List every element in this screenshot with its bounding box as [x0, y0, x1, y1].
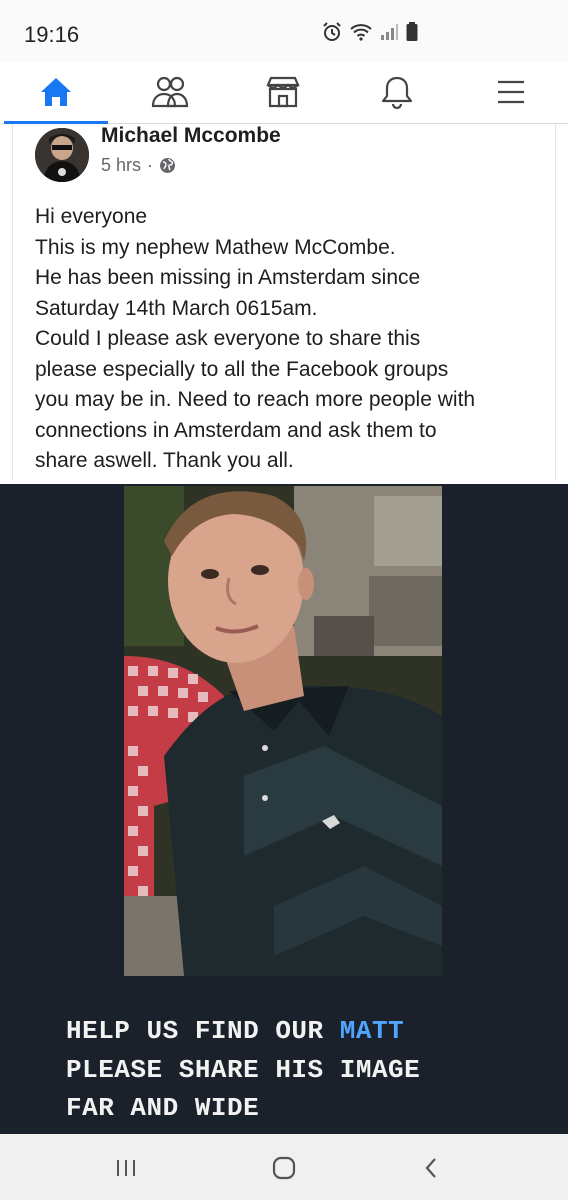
status-time: 19:16: [24, 22, 80, 47]
person-photo[interactable]: [124, 486, 442, 976]
nav-home[interactable]: [11, 62, 101, 122]
nav-marketplace[interactable]: [238, 62, 328, 122]
top-nav-bar: [0, 62, 568, 124]
signal-icon: [381, 24, 398, 40]
friends-icon: [151, 76, 189, 108]
author-name[interactable]: Michael Mccombe: [101, 124, 281, 148]
caption-highlight: MATT: [339, 1016, 405, 1046]
meta-separator: ·: [147, 155, 154, 175]
post-text-line: Hi everyone: [35, 205, 148, 228]
back-button[interactable]: [411, 1150, 451, 1186]
post-text-line: share aswell. Thank you all.: [35, 449, 294, 472]
avatar[interactable]: [35, 128, 89, 182]
bell-icon: [381, 76, 413, 110]
caption-line1: HELP US FIND OUR: [66, 1016, 340, 1046]
post-text-line: connections in Amsterdam and ask them to: [35, 418, 437, 442]
home-button-icon: [272, 1156, 296, 1180]
post-text-line: This is my nephew Mathew McCombe.: [35, 235, 396, 259]
post-time[interactable]: 5 hrs: [101, 155, 141, 176]
status-bar: 19:16: [0, 0, 568, 62]
status-icons: [322, 22, 418, 42]
post-text-line: Could I please ask everyone to share thi…: [35, 327, 421, 350]
post-text-line: please especially to all the Facebook gr…: [35, 357, 449, 381]
wifi-icon: [350, 24, 372, 41]
back-icon: [425, 1158, 436, 1178]
caption-line3: FAR AND WIDE: [66, 1093, 260, 1123]
post-text-line: He has been missing in Amsterdam since: [35, 266, 421, 289]
post-text: Hi everyone This is my nephew Mathew McC…: [35, 202, 547, 477]
post-text-line: Saturday 14th March 0615am.: [35, 296, 318, 320]
post-text-line: you may be in. Need to reach more people…: [35, 388, 476, 411]
home-button[interactable]: [264, 1150, 304, 1186]
recents-icon: [117, 1160, 135, 1176]
nav-menu[interactable]: [466, 62, 556, 122]
nav-friends[interactable]: [125, 62, 215, 122]
post-card: Michael Mccombe 5 hrs · Hi everyone This…: [12, 124, 556, 480]
post-image[interactable]: HELP US FIND OUR MATT PLEASE SHARE HIS I…: [0, 484, 568, 1134]
home-icon: [41, 78, 71, 106]
menu-icon: [498, 80, 524, 104]
globe-icon: [160, 158, 176, 173]
marketplace-icon: [266, 76, 300, 108]
caption-line2: PLEASE SHARE HIS IMAGE: [66, 1054, 421, 1085]
nav-notifications[interactable]: [352, 62, 442, 122]
recents-button[interactable]: [106, 1150, 146, 1186]
post-meta: 5 hrs ·: [101, 155, 176, 176]
battery-icon: [406, 22, 418, 41]
alarm-icon: [323, 22, 341, 41]
android-nav-bar: [0, 1134, 568, 1200]
image-caption: HELP US FIND OUR MATT PLEASE SHARE HIS I…: [66, 1012, 420, 1128]
